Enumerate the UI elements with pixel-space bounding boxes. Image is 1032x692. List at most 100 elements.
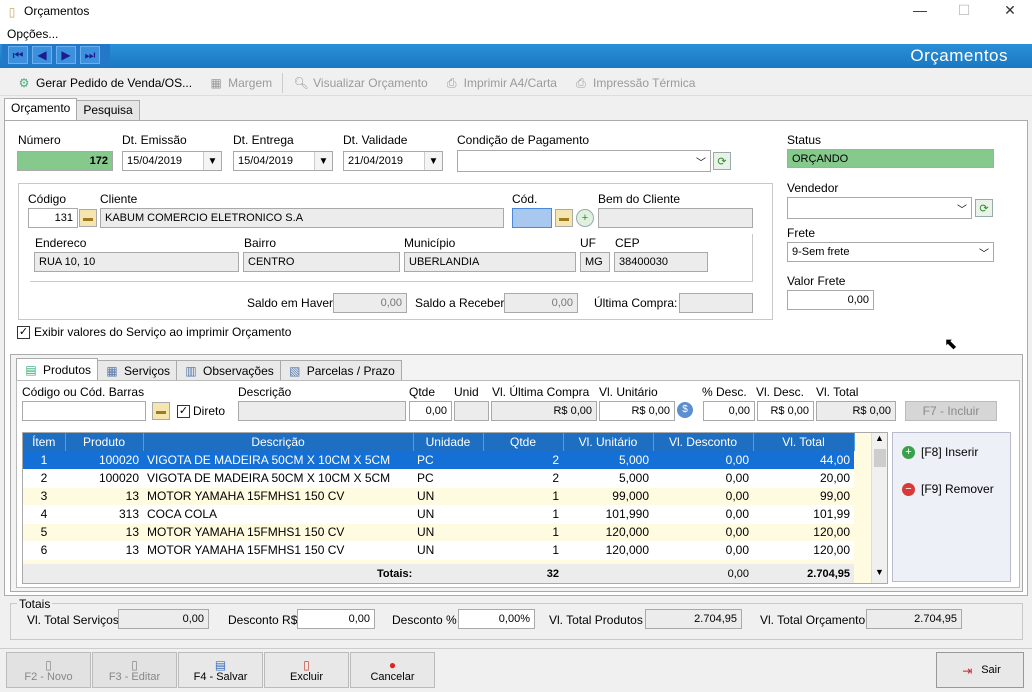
cancelar-button[interactable]: ● Cancelar xyxy=(350,652,435,688)
condicao-select[interactable]: ﹀ xyxy=(457,150,711,172)
pct-desc-field[interactable]: 0,00 xyxy=(703,401,755,421)
excluir-button[interactable]: ▯ Excluir xyxy=(264,652,349,688)
table-cell: COCA COLA xyxy=(143,505,413,524)
minimize-button[interactable]: — xyxy=(900,2,940,22)
unitario-field[interactable]: R$ 0,00 xyxy=(599,401,675,421)
cliente-name-field: KABUM COMERCIO ELETRONICO S.A xyxy=(100,208,504,228)
items-grid: Ítem Produto Descrição Unidade Qtde Vl. Unitá… xyxy=(23,433,855,560)
refresh-icon[interactable]: ⟳ xyxy=(713,152,731,170)
tab-pesquisa[interactable]: Pesquisa xyxy=(76,100,140,120)
title-bar xyxy=(0,0,1032,24)
sair-button[interactable]: ⇥ Sair xyxy=(936,652,1024,688)
totais-row: Totais: 32 0,00 2.704,95 xyxy=(23,564,854,583)
visualizar-button[interactable]: 🔍︎ Visualizar Orçamento xyxy=(285,72,436,94)
chevron-down-icon[interactable]: ▼ xyxy=(424,152,442,170)
grid-header-cell[interactable]: Vl. Desconto xyxy=(653,433,754,451)
table-cell: 13 xyxy=(65,487,143,506)
total-produtos-label: Vl. Total Produtos xyxy=(549,613,643,627)
scroll-down-icon[interactable]: ▼ xyxy=(875,567,884,577)
vendedor-select[interactable]: ﹀ xyxy=(787,197,972,219)
tab-servicos[interactable]: ▦ Serviços xyxy=(97,360,178,380)
desconto-pct-field[interactable]: 0,00% xyxy=(458,609,535,629)
grid-header-cell[interactable]: Ítem xyxy=(23,433,66,451)
edit-document-icon: ▯ xyxy=(131,658,138,672)
inserir-button[interactable]: + [F8] Inserir xyxy=(902,441,978,463)
direto-checkbox[interactable]: ✓ Direto xyxy=(177,404,225,418)
desconto-rs-field[interactable]: 0,00 xyxy=(297,609,375,629)
cod-bem-field[interactable] xyxy=(512,208,552,228)
main-tabs: Orçamento Pesquisa xyxy=(4,98,140,120)
grid-header-cell[interactable]: Descrição xyxy=(143,433,414,451)
add-icon[interactable]: + xyxy=(576,209,594,227)
validade-date-field[interactable]: 21/04/2019 ▼ xyxy=(343,151,443,171)
folder-search-icon[interactable]: ▬ xyxy=(79,209,97,227)
previous-record-icon[interactable]: ◀ xyxy=(32,46,52,64)
chevron-down-icon[interactable]: ▼ xyxy=(203,152,221,170)
gear-icon: ⚙ xyxy=(18,75,30,90)
last-record-icon[interactable]: ⏭ xyxy=(80,46,100,64)
imprimir-button[interactable]: ⎙ Imprimir A4/Carta xyxy=(436,72,565,94)
tab-orcamento[interactable]: Orçamento xyxy=(4,98,78,120)
table-row[interactable]: 5 13 MOTOR YAMAHA 15FMHS1 150 CV UN 1 120,000… xyxy=(23,523,854,542)
termica-button[interactable]: ⎙ Impressão Térmica xyxy=(565,72,703,94)
descricao-field xyxy=(238,401,406,421)
novo-button[interactable]: ▯ F2 - Novo xyxy=(6,652,91,688)
grid-header-cell[interactable]: Unidade xyxy=(413,433,484,451)
entrega-date-field[interactable]: 15/04/2019 ▼ xyxy=(233,151,333,171)
vendedor-label: Vendedor xyxy=(787,181,839,195)
valor-frete-label: Valor Frete xyxy=(787,274,846,288)
ultima-compra-price-field: R$ 0,00 xyxy=(491,401,597,421)
status-label: Status xyxy=(787,133,822,147)
next-record-icon[interactable]: ▶ xyxy=(56,46,76,64)
total-servicos-label: Vl. Total Serviços xyxy=(27,613,119,627)
refresh-icon[interactable]: ⟳ xyxy=(975,199,993,217)
grid-header-cell[interactable]: Produto xyxy=(65,433,144,451)
vl-desc-field[interactable]: R$ 0,00 xyxy=(757,401,814,421)
grid-scrollbar[interactable]: ▲ ▼ xyxy=(871,433,887,583)
menu-options[interactable]: Opções... xyxy=(7,27,58,41)
folder-search-icon[interactable]: ▬ xyxy=(555,209,573,227)
table-cell: 1 xyxy=(483,505,563,524)
frete-select[interactable]: 9-Sem frete ﹀ xyxy=(787,242,994,262)
table-row[interactable]: 3 13 MOTOR YAMAHA 15FMHS1 150 CV UN 1 99,000 0… xyxy=(23,487,854,506)
table-cell: 0,00 xyxy=(653,505,753,524)
editar-button[interactable]: ▯ F3 - Editar xyxy=(92,652,177,688)
scroll-up-icon[interactable]: ▲ xyxy=(875,433,884,443)
table-cell: 313 xyxy=(65,505,143,524)
scroll-thumb[interactable] xyxy=(874,449,886,467)
gerar-pedido-button[interactable]: ⚙ Gerar Pedido de Venda/OS... xyxy=(8,72,200,94)
emissao-date-field[interactable]: 15/04/2019 ▼ xyxy=(122,151,222,171)
codigo-barras-field[interactable] xyxy=(22,401,146,421)
remover-button[interactable]: − [F9] Remover xyxy=(902,478,994,500)
grid-header-cell[interactable]: Qtde xyxy=(483,433,564,451)
qtde-field[interactable]: 0,00 xyxy=(409,401,452,421)
maximize-button[interactable]: ☐ xyxy=(944,2,984,22)
valor-frete-field[interactable]: 0,00 xyxy=(787,290,874,310)
bairro-field: CENTRO xyxy=(243,252,400,272)
table-row[interactable]: 4 313 COCA COLA UN 1 101,990 0,00 101,99 xyxy=(23,505,854,524)
app-icon: ▯ xyxy=(8,5,16,19)
numero-field[interactable]: 172 xyxy=(17,151,113,171)
margem-button[interactable]: ▦ Margem xyxy=(200,72,280,94)
first-record-icon[interactable]: ⏮ xyxy=(8,46,28,64)
folder-search-icon[interactable]: ▬ xyxy=(152,402,170,420)
grid-header-row: Ítem Produto Descrição Unidade Qtde Vl. Unitá… xyxy=(23,433,855,451)
table-row[interactable]: 6 13 MOTOR YAMAHA 15FMHS1 150 CV UN 1 120,000… xyxy=(23,541,854,560)
salvar-button[interactable]: ▤ F4 - Salvar xyxy=(178,652,263,688)
incluir-button[interactable]: F7 - Incluir xyxy=(905,401,997,421)
table-row[interactable]: 1 100020 VIGOTA DE MADEIRA 50CM X 10CM X 5… xyxy=(23,451,854,470)
grid-header-cell[interactable]: Vl. Unitário xyxy=(563,433,654,451)
cod-bem-label: Cód. xyxy=(512,192,538,206)
chevron-down-icon[interactable]: ▼ xyxy=(314,152,332,170)
exibir-servico-checkbox[interactable]: ✓ Exibir valores do Serviço ao imprimir … xyxy=(17,325,291,339)
tab-parcelas[interactable]: ▧ Parcelas / Prazo xyxy=(279,360,402,380)
grid-header-cell[interactable]: Vl. Total xyxy=(753,433,855,451)
table-row[interactable]: 2 100020 VIGOTA DE MADEIRA 50CM X 10CM X 5… xyxy=(23,469,854,488)
codigo-cliente-field[interactable]: 131 xyxy=(28,208,78,228)
price-lookup-icon[interactable]: $ xyxy=(677,402,693,418)
tab-produtos[interactable]: ▤ Produtos xyxy=(16,358,99,380)
close-button[interactable]: ✕ xyxy=(990,2,1030,22)
tab-observacoes[interactable]: ▥ Observações xyxy=(176,360,281,380)
table-cell: VIGOTA DE MADEIRA 50CM X 10CM X 5CM xyxy=(143,469,413,488)
table-cell: MOTOR YAMAHA 15FMHS1 150 CV xyxy=(143,541,413,560)
